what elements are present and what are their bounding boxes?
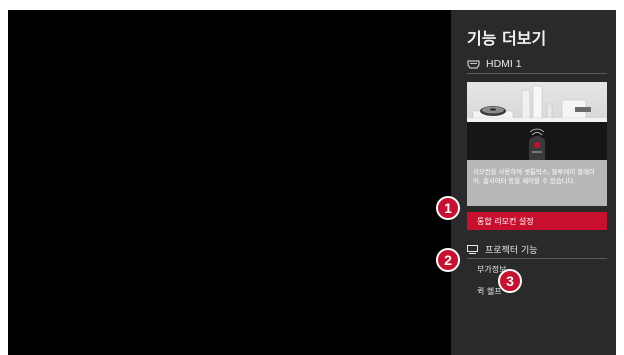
section-label: 프로젝터 기능 — [485, 245, 538, 256]
menu-item-universal-remote-setup[interactable]: 통합 리모컨 설정 — [467, 212, 607, 230]
menu-item-additional-info[interactable]: 부가정보 — [467, 260, 607, 278]
divider — [467, 258, 607, 259]
callout-badge-3: 3 — [498, 269, 522, 293]
universal-remote-illustration — [467, 82, 607, 160]
divider — [467, 73, 607, 74]
current-input: HDMI 1 — [467, 55, 607, 73]
devices-illustration — [467, 85, 607, 160]
more-functions-panel: 기능 더보기 HDMI 1 리모컨을 사용하여 셋톱박스, 블루레이 플레이어,… — [451, 10, 616, 355]
video-area — [8, 10, 451, 355]
feature-description: 리모컨을 사용하여 셋톱박스, 블루레이 플레이어, 홈시어터 등을 제어할 수… — [467, 160, 607, 206]
callout-badge-2: 2 — [436, 248, 460, 272]
section-projector-functions: 프로젝터 기능 — [467, 241, 607, 257]
menu-item-quick-help[interactable]: 퀵 헬프 — [467, 282, 607, 300]
input-label: HDMI 1 — [486, 58, 522, 70]
hdmi-connector-icon — [467, 60, 480, 68]
projector-screen-icon — [467, 244, 478, 254]
callout-badge-1: 1 — [436, 196, 460, 220]
panel-title: 기능 더보기 — [467, 29, 547, 48]
tv-screen: 기능 더보기 HDMI 1 리모컨을 사용하여 셋톱박스, 블루레이 플레이어,… — [8, 10, 616, 355]
